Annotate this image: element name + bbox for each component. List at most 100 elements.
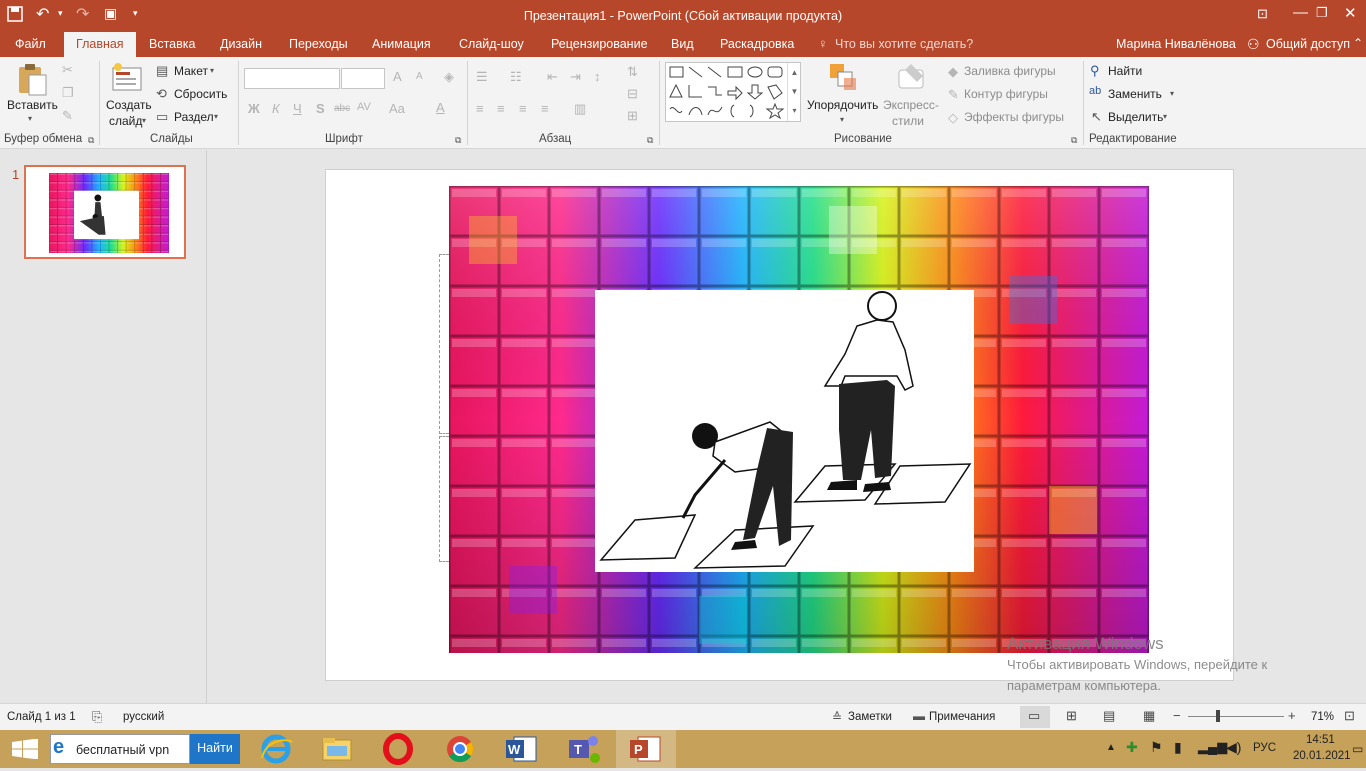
shape-fill-button[interactable]: Заливка фигуры (964, 64, 1056, 78)
tab-transitions[interactable]: Переходы (289, 32, 348, 57)
italic-button[interactable]: К (272, 102, 280, 115)
justify-icon[interactable]: ≡ (541, 102, 549, 115)
align-left-icon[interactable]: ≡ (476, 102, 484, 115)
decrease-indent-icon[interactable]: ⇤ (547, 70, 558, 83)
layout-dropdown-icon[interactable]: ▾ (210, 67, 214, 75)
notifications-icon[interactable]: ▭ (1352, 742, 1363, 756)
zoom-out-icon[interactable]: − (1173, 708, 1181, 723)
strikethrough-button[interactable]: abc (334, 104, 350, 114)
arrange-dropdown-icon[interactable]: ▾ (840, 116, 844, 124)
close-icon[interactable]: ✕ (1344, 4, 1357, 22)
replace-dropdown-icon[interactable]: ▾ (1170, 90, 1174, 98)
numbering-icon[interactable]: ☷ (510, 70, 522, 83)
language-indicator[interactable]: русский (123, 711, 164, 723)
bullets-icon[interactable]: ☰ (476, 70, 488, 83)
replace-button[interactable]: Заменить (1108, 87, 1162, 101)
clear-formatting-icon[interactable]: ◈ (444, 70, 454, 83)
input-language[interactable]: РУС (1253, 742, 1276, 754)
section-button[interactable]: Раздел (174, 110, 214, 124)
user-name[interactable]: Марина Нивалёнова (1116, 32, 1236, 57)
shadow-button[interactable]: S (316, 102, 325, 115)
zoom-slider-thumb[interactable] (1216, 710, 1220, 722)
underline-button[interactable]: Ч (293, 102, 302, 115)
tab-design[interactable]: Дизайн (220, 32, 262, 57)
new-slide-label-2[interactable]: слайд (109, 114, 142, 128)
tab-storyboarding[interactable]: Раскадровка (720, 32, 794, 57)
text-direction-icon[interactable]: ⇅ (627, 65, 638, 78)
fit-to-window-icon[interactable]: ⊡ (1344, 708, 1355, 724)
arrange-button[interactable]: Упорядочить (807, 98, 878, 112)
action-center-flag-icon[interactable]: ⚑ (1150, 739, 1163, 756)
zoom-level[interactable]: 71% (1311, 711, 1334, 723)
slide-sorter-icon[interactable]: ⊞ (1066, 708, 1077, 724)
shape-outline-button[interactable]: Контур фигуры (964, 87, 1048, 101)
align-right-icon[interactable]: ≡ (519, 102, 527, 115)
clock-date[interactable]: 20.01.2021 (1293, 750, 1351, 762)
chrome-icon[interactable] (430, 730, 490, 768)
minimize-icon[interactable]: — (1293, 4, 1308, 21)
taskbar-search-button[interactable]: Найти (190, 734, 240, 764)
tab-file[interactable]: Файл (15, 32, 46, 57)
new-slide-label[interactable]: Создать (106, 98, 152, 112)
line-spacing-icon[interactable]: ↕ (594, 70, 601, 83)
security-tray-icon[interactable]: ✚ (1126, 739, 1138, 756)
paste-icon[interactable] (16, 63, 48, 100)
font-size-combo[interactable] (341, 68, 385, 89)
quick-styles-label[interactable]: Экспресс- (883, 98, 939, 112)
character-spacing-button[interactable]: AV (357, 102, 371, 113)
clock-time[interactable]: 14:51 (1306, 734, 1335, 746)
paste-dropdown-icon[interactable]: ▾ (28, 115, 32, 123)
shrink-font-icon[interactable]: A (416, 72, 423, 82)
increase-indent-icon[interactable]: ⇥ (570, 70, 581, 83)
tab-view[interactable]: Вид (671, 32, 694, 57)
format-painter-icon[interactable]: ✎ (62, 109, 73, 122)
copy-icon[interactable]: ❐ (62, 86, 74, 99)
clipboard-launcher-icon[interactable]: ⧉ (88, 136, 94, 145)
paste-button[interactable]: Вставить (7, 98, 58, 112)
align-text-icon[interactable]: ⊟ (627, 87, 638, 100)
slide-thumbnail-1[interactable] (24, 165, 186, 259)
new-slide-icon[interactable] (111, 62, 143, 95)
drawing-launcher-icon[interactable]: ⧉ (1071, 136, 1077, 145)
shapes-scroll[interactable]: ▲ ▼ ▾ (787, 63, 801, 121)
word-icon[interactable]: W (492, 730, 552, 768)
layout-button[interactable]: Макет (174, 64, 208, 78)
font-color-button[interactable]: A (436, 101, 445, 114)
select-button[interactable]: Выделить (1108, 110, 1163, 124)
align-center-icon[interactable]: ≡ (497, 102, 505, 115)
tab-slideshow[interactable]: Слайд-шоу (459, 32, 524, 57)
taskbar-search-input[interactable]: бесплатный vpn (76, 743, 169, 757)
shape-effects-button[interactable]: Эффекты фигуры (964, 110, 1064, 124)
grow-font-icon[interactable]: A (393, 70, 402, 83)
slideshow-view-icon[interactable]: ▦ (1143, 708, 1155, 724)
quick-styles-label-2[interactable]: стили (892, 114, 924, 128)
change-case-button[interactable]: Aa (389, 102, 405, 115)
columns-icon[interactable]: ▥ (574, 102, 586, 115)
comments-button[interactable]: Примечания (929, 711, 995, 723)
taskbar-search-box[interactable]: e бесплатный vpn (50, 734, 190, 764)
opera-icon[interactable] (368, 730, 428, 768)
font-name-combo[interactable] (244, 68, 340, 89)
tab-review[interactable]: Рецензирование (551, 32, 648, 57)
paragraph-launcher-icon[interactable]: ⧉ (647, 136, 653, 145)
select-dropdown-icon[interactable]: ▾ (1163, 113, 1167, 121)
network-signal-icon[interactable]: ▂▄▆ (1198, 739, 1227, 755)
collapse-ribbon-icon[interactable]: ⌃ (1353, 36, 1363, 50)
spellcheck-icon[interactable]: ⎘ (92, 709, 102, 725)
section-dropdown-icon[interactable]: ▾ (214, 113, 218, 121)
find-button[interactable]: Найти (1108, 64, 1142, 78)
tab-animations[interactable]: Анимация (372, 32, 431, 57)
battery-icon[interactable]: ▮ (1174, 739, 1182, 756)
reset-button[interactable]: Сбросить (174, 87, 227, 101)
file-explorer-icon[interactable] (307, 730, 367, 768)
share-button[interactable]: Общий доступ (1266, 32, 1350, 57)
notes-button[interactable]: Заметки (848, 711, 892, 723)
smartart-icon[interactable]: ⊞ (627, 109, 638, 122)
reading-view-icon[interactable]: ▤ (1103, 708, 1115, 724)
start-icon[interactable] (12, 738, 38, 762)
volume-icon[interactable]: ◀) (1226, 739, 1241, 756)
new-slide-dropdown-icon[interactable]: ▾ (142, 117, 146, 125)
restore-icon[interactable]: ❐ (1316, 5, 1328, 21)
placeholder-outline-top[interactable] (439, 254, 449, 434)
cut-icon[interactable]: ✂ (62, 63, 73, 76)
